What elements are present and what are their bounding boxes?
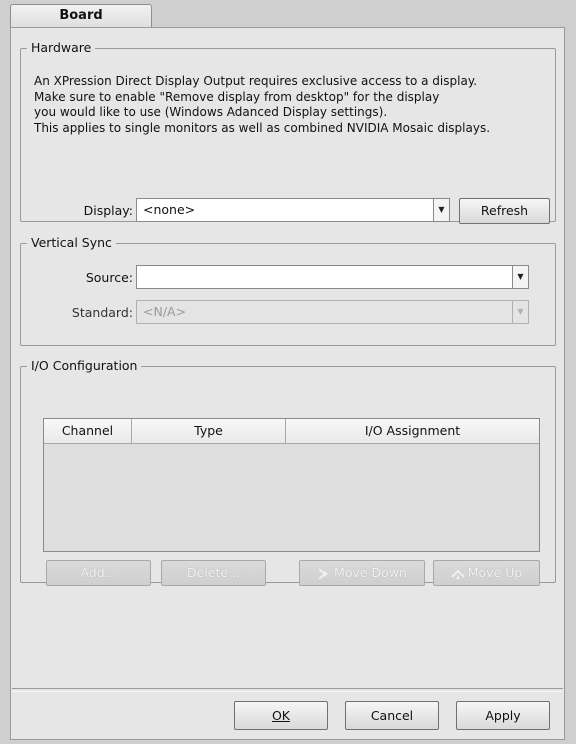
display-select-value: <none> [143,202,196,217]
cancel-button[interactable]: Cancel [345,701,439,730]
vertical-sync-group: Vertical Sync Source: ▼ Standard: <N/A> … [20,235,556,346]
hardware-description: An XPression Direct Display Output requi… [34,74,491,135]
delete-button[interactable]: Delete... [161,560,266,586]
hardware-group-title: Hardware [27,40,96,56]
column-header-type[interactable]: Type [132,419,286,443]
apply-label: Apply [485,708,521,723]
apply-button[interactable]: Apply [456,701,550,730]
io-configuration-group: I/O Configuration Channel Type I/O Assig… [20,358,556,586]
display-select[interactable]: <none> ▼ [136,198,450,222]
source-select[interactable]: ▼ [136,265,529,289]
standard-label: Standard: [71,305,133,320]
standard-select[interactable]: <N/A> ▼ [136,300,529,324]
chevron-down-icon[interactable]: ▼ [512,266,528,288]
io-configuration-group-title: I/O Configuration [27,358,142,374]
move-up-button[interactable]: Move Up [433,560,540,586]
io-table-header: Channel Type I/O Assignment [44,419,539,444]
refresh-button[interactable]: Refresh [459,198,550,224]
footer-divider [12,688,563,692]
standard-select-value: <N/A> [143,304,187,319]
source-label: Source: [85,270,133,285]
move-down-button[interactable]: Move Down [299,560,425,586]
tab-bar: Board [0,0,576,28]
board-panel: Hardware An XPression Direct Display Out… [10,27,565,740]
display-label: Display: [83,203,133,218]
tab-board[interactable]: Board [10,4,152,28]
ok-label: OK [271,708,291,723]
add-button[interactable]: Add... [46,560,151,586]
move-down-label: Move Down [334,565,407,580]
column-header-io-assignment[interactable]: I/O Assignment [286,419,539,443]
hardware-group: Hardware An XPression Direct Display Out… [20,40,556,224]
chevron-down-icon[interactable]: ▼ [433,199,449,221]
io-table[interactable]: Channel Type I/O Assignment [43,418,540,552]
cancel-label: Cancel [370,708,414,723]
move-up-label: Move Up [467,565,523,580]
move-up-icon [450,569,465,579]
ok-button[interactable]: OK [234,701,328,730]
move-down-icon [318,567,329,580]
column-header-channel[interactable]: Channel [44,419,132,443]
vertical-sync-group-title: Vertical Sync [27,235,116,251]
chevron-down-icon: ▼ [512,301,528,323]
